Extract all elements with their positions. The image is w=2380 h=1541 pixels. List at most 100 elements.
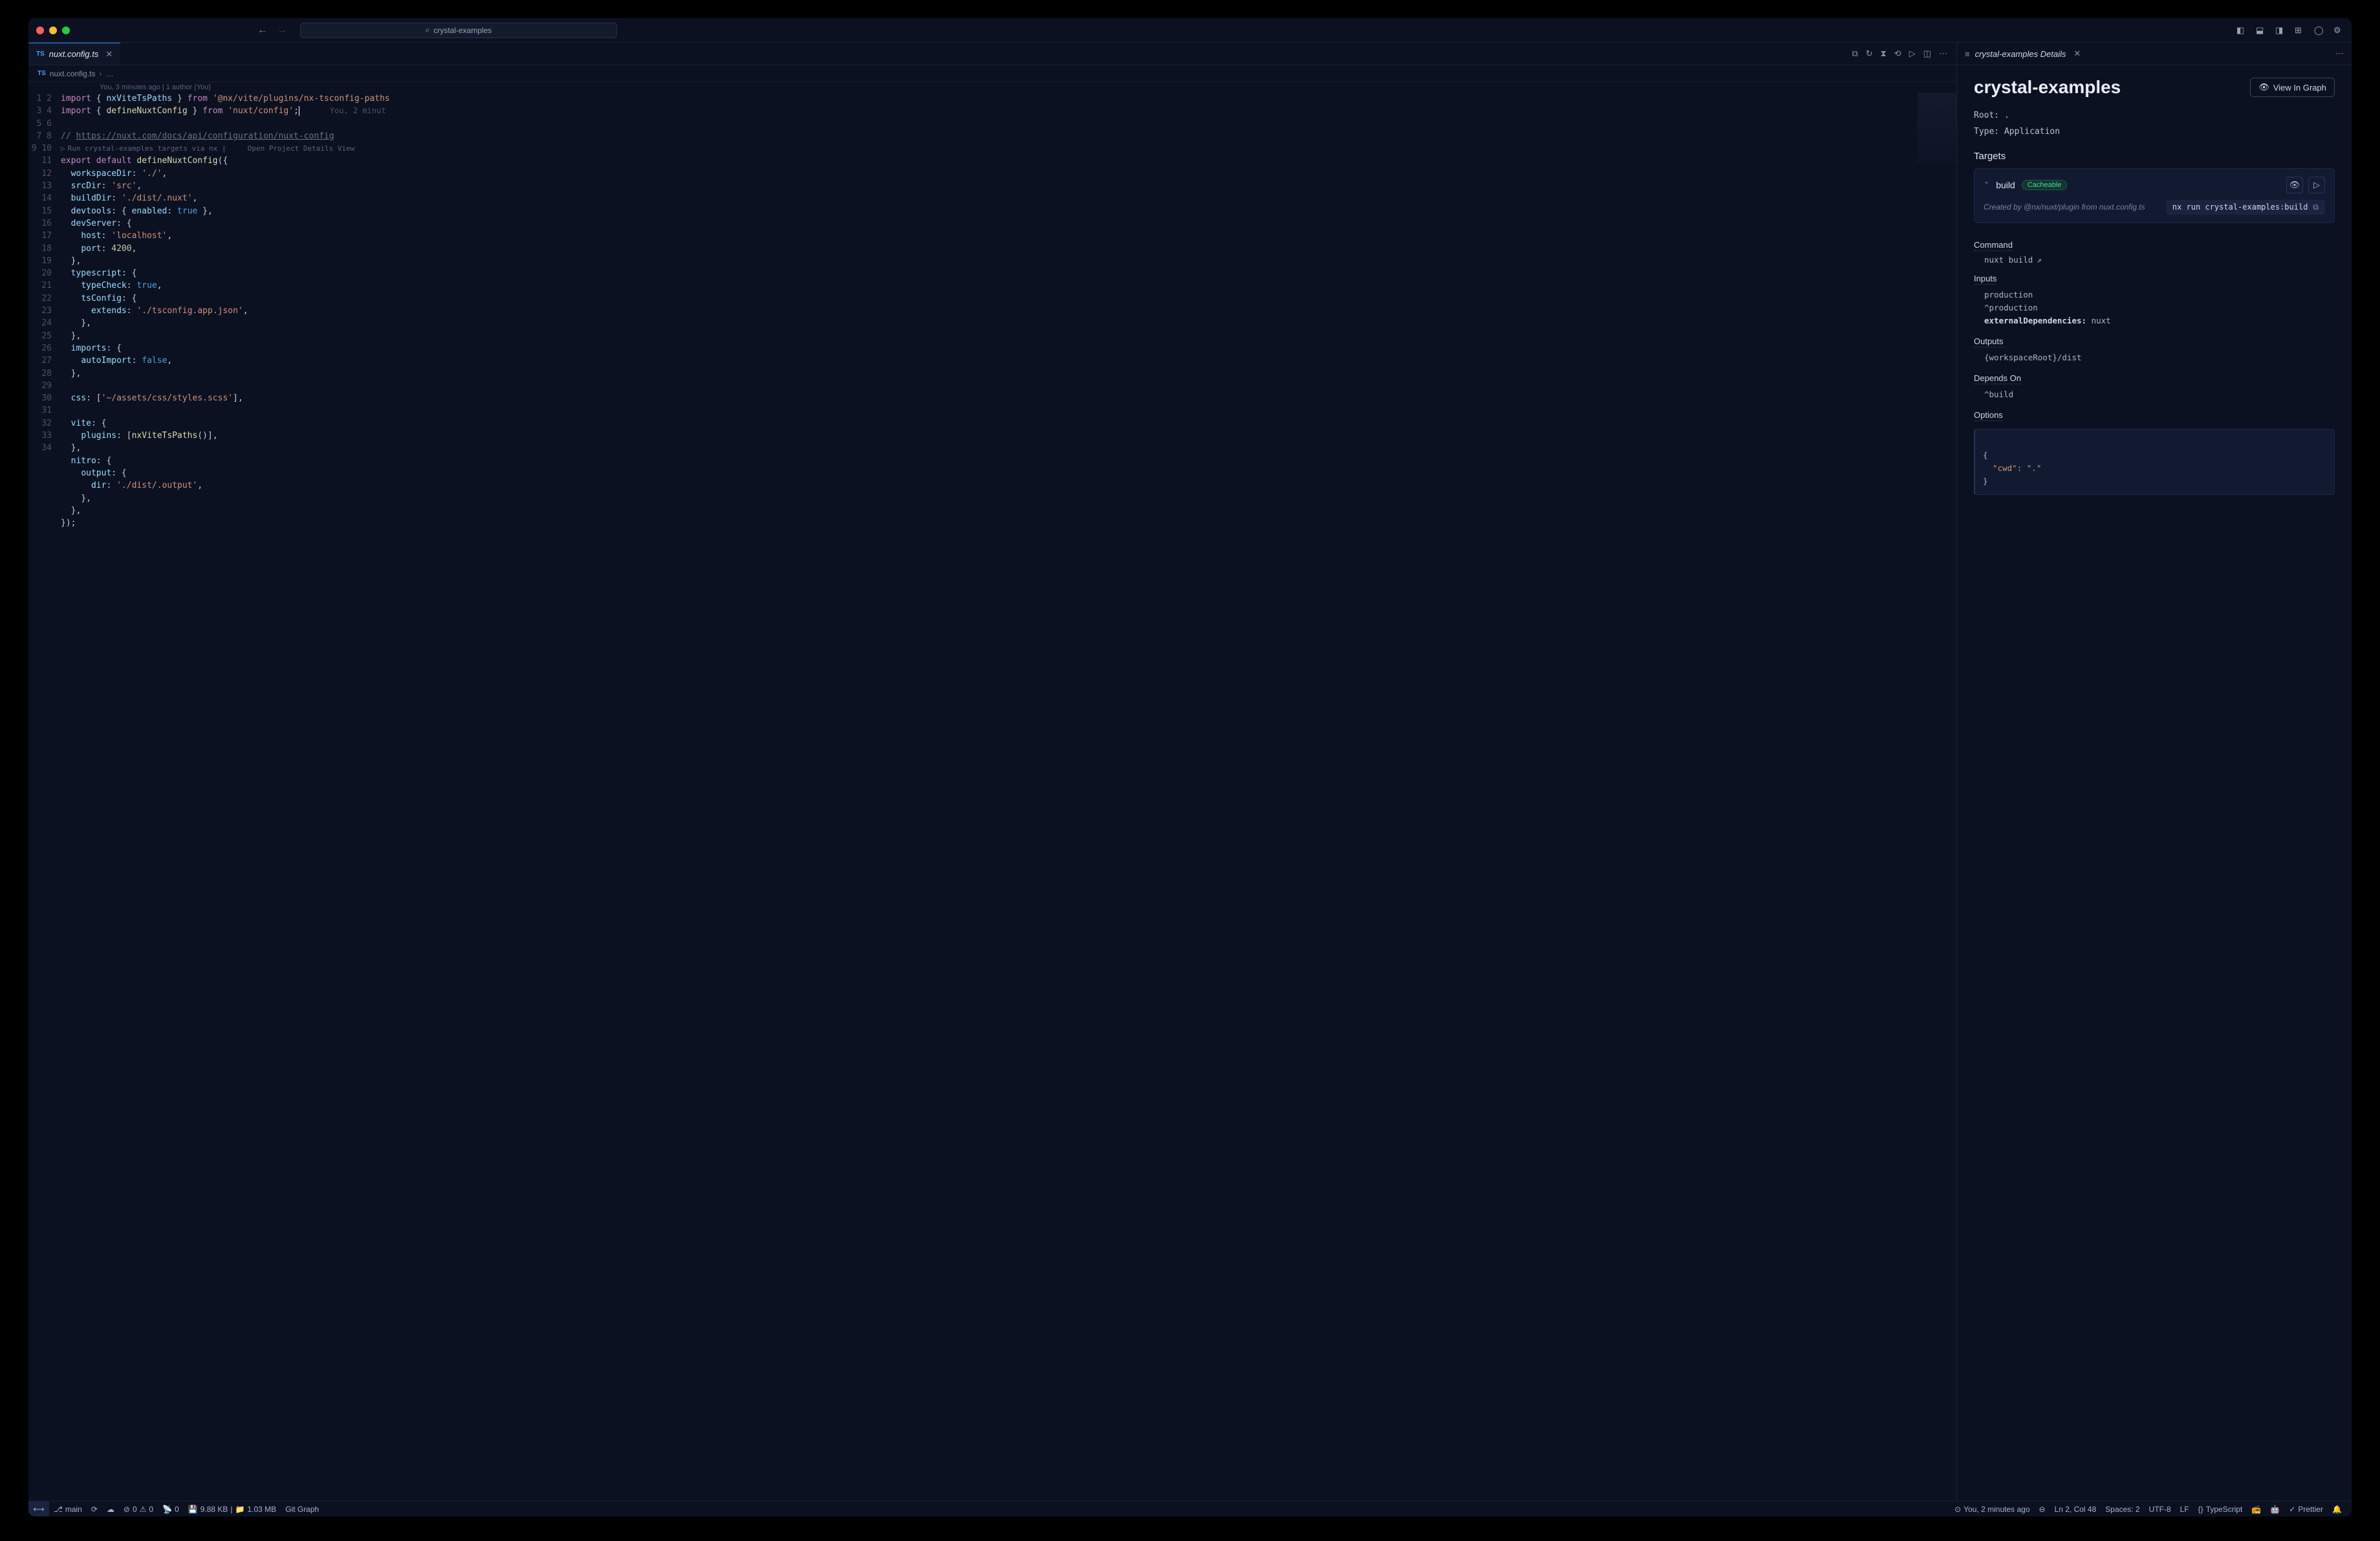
input-parent-production: ^production bbox=[1974, 301, 2335, 314]
layout-secondary-icon[interactable]: ◨ bbox=[2275, 25, 2286, 36]
minimap[interactable] bbox=[1918, 93, 1956, 164]
eye-icon[interactable]: 👁 bbox=[2286, 177, 2303, 193]
braces-icon: {} bbox=[2198, 1505, 2203, 1514]
command-center[interactable]: ⌕ crystal-examples bbox=[300, 23, 617, 38]
close-icon[interactable]: ✕ bbox=[2073, 49, 2081, 59]
copy-icon[interactable]: ⧉ bbox=[2313, 202, 2319, 212]
eol[interactable]: LF bbox=[2176, 1502, 2194, 1516]
problems[interactable]: ⊘0 ⚠0 bbox=[119, 1502, 158, 1516]
tab-label: nuxt.config.ts bbox=[49, 49, 99, 59]
tab-nuxt-config[interactable]: TS nuxt.config.ts ✕ bbox=[28, 43, 120, 65]
close-icon[interactable]: ✕ bbox=[105, 49, 113, 60]
type-row: Type: Application bbox=[1974, 126, 2335, 139]
command-heading: Command bbox=[1974, 240, 2013, 251]
cloud-status[interactable]: ☁ bbox=[102, 1502, 119, 1516]
layout-panel-icon[interactable]: ⬓ bbox=[2256, 25, 2266, 36]
targets-heading: Targets bbox=[1974, 151, 2335, 162]
file-size[interactable]: 💾9.88 KB | 📁1.03 MB bbox=[184, 1502, 281, 1516]
root-row: Root: . bbox=[1974, 109, 2335, 123]
revert-icon[interactable]: ↻ bbox=[1866, 49, 1873, 59]
remote-button[interactable]: ⟷ bbox=[28, 1502, 49, 1516]
input-external-deps: externalDependencies: nuxt bbox=[1974, 314, 2335, 327]
run-command[interactable]: nx run crystal-examples:build ⧉ bbox=[2166, 200, 2325, 215]
branch-icon: ⎇ bbox=[54, 1505, 63, 1514]
code-content[interactable]: import { nxViteTsPaths } from '@nx/vite/… bbox=[61, 93, 1956, 1501]
window-controls bbox=[36, 27, 70, 34]
bell-icon[interactable]: 🔔 bbox=[2328, 1502, 2346, 1516]
layout-primary-icon[interactable]: ◧ bbox=[2236, 25, 2247, 36]
link-icon[interactable]: ⧗ bbox=[1881, 49, 1887, 59]
editor[interactable]: 1 2 3 4 5 6 7 8 9 10 11 12 13 14 15 16 1… bbox=[28, 93, 1956, 1501]
breadcrumb[interactable]: TS nuxt.config.ts › … bbox=[28, 65, 1956, 82]
options-json: { "cwd": "."} bbox=[1974, 429, 2335, 495]
nav-back-icon[interactable]: ← bbox=[257, 25, 268, 36]
vscode-window: ← → ⌕ crystal-examples ◧ ⬓ ◨ ⊞ ◯ ⚙ TS nu… bbox=[28, 18, 2352, 1516]
depends-value: ^build bbox=[1974, 388, 2335, 401]
git-graph-button[interactable]: Git Graph bbox=[281, 1502, 323, 1516]
input-production: production bbox=[1974, 289, 2335, 301]
view-in-graph-button[interactable]: 👁 View In Graph bbox=[2250, 78, 2335, 97]
cursor-position[interactable]: Ln 2, Col 48 bbox=[2050, 1502, 2101, 1516]
target-build: ⌃ build Cacheable 👁 ▷ Created by @nx/nux… bbox=[1974, 168, 2335, 223]
eye-icon: 👁 bbox=[2258, 82, 2269, 93]
codelens[interactable]: ▷Run crystal-examples targets via nx | O… bbox=[61, 144, 354, 153]
ts-icon: TS bbox=[36, 50, 45, 58]
check-icon: ✓ bbox=[2289, 1505, 2295, 1514]
remote-icon: ⟷ bbox=[33, 1505, 44, 1514]
more-icon[interactable]: ⋯ bbox=[1939, 49, 1947, 59]
account-icon[interactable]: ◯ bbox=[2314, 25, 2324, 36]
feedback-icon[interactable]: 📻 bbox=[2247, 1502, 2266, 1516]
created-by: Created by @nx/nuxt/plugin from nuxt.con… bbox=[1984, 202, 2145, 212]
zoom-icon[interactable]: ⊖ bbox=[2035, 1502, 2050, 1516]
project-title: crystal-examples bbox=[1974, 77, 2121, 98]
options-heading: Options bbox=[1974, 410, 2003, 421]
back-icon[interactable]: ⟲ bbox=[1894, 49, 1901, 59]
sync-button[interactable]: ⟳ bbox=[87, 1502, 102, 1516]
target-name: build bbox=[1996, 180, 2015, 190]
project-details-panel: ≡ crystal-examples Details ✕ ⋯ crystal-e… bbox=[1957, 43, 2352, 1501]
close-window[interactable] bbox=[36, 27, 44, 34]
prettier-status[interactable]: ✓ Prettier bbox=[2284, 1502, 2328, 1516]
chevron-up-icon[interactable]: ⌃ bbox=[1984, 180, 1989, 189]
details-tab[interactable]: ≡ crystal-examples Details ✕ ⋯ bbox=[1957, 43, 2352, 65]
git-blame-header: You, 3 minutes ago | 1 author (You) bbox=[28, 82, 1956, 93]
error-icon: ⊘ bbox=[124, 1505, 130, 1514]
split-icon[interactable]: ◫ bbox=[1923, 49, 1931, 59]
git-blame-status[interactable]: ⊙You, 2 minutes ago bbox=[1950, 1502, 2034, 1516]
breadcrumb-file: nuxt.config.ts bbox=[50, 69, 96, 78]
search-text: crystal-examples bbox=[433, 26, 492, 35]
encoding[interactable]: UTF-8 bbox=[2145, 1502, 2176, 1516]
depends-heading: Depends On bbox=[1974, 373, 2021, 384]
search-icon: ⌕ bbox=[426, 25, 430, 35]
indentation[interactable]: Spaces: 2 bbox=[2101, 1502, 2144, 1516]
folder-icon: 📁 bbox=[235, 1505, 245, 1514]
breadcrumb-more: … bbox=[106, 69, 114, 78]
antenna-icon: 📡 bbox=[162, 1505, 172, 1514]
list-icon: ≡ bbox=[1965, 49, 1970, 59]
play-icon[interactable]: ▷ bbox=[2308, 177, 2325, 193]
layout-custom-icon[interactable]: ⊞ bbox=[2295, 25, 2305, 36]
run-icon[interactable]: ▷ bbox=[1909, 49, 1916, 59]
disk-icon: 💾 bbox=[188, 1505, 198, 1514]
outputs-heading: Outputs bbox=[1974, 336, 2004, 347]
ts-icon: TS bbox=[38, 70, 46, 77]
git-branch[interactable]: ⎇main bbox=[49, 1502, 87, 1516]
sync-icon: ⟳ bbox=[91, 1505, 98, 1514]
cacheable-badge: Cacheable bbox=[2022, 180, 2068, 190]
ports[interactable]: 📡0 bbox=[158, 1502, 184, 1516]
minimize-window[interactable] bbox=[49, 27, 57, 34]
titlebar: ← → ⌕ crystal-examples ◧ ⬓ ◨ ⊞ ◯ ⚙ bbox=[28, 18, 2352, 43]
copilot-icon[interactable]: 🤖 bbox=[2266, 1502, 2284, 1516]
gear-icon[interactable]: ⚙ bbox=[2333, 25, 2344, 36]
more-icon[interactable]: ⋯ bbox=[2335, 49, 2344, 59]
nav-forward-icon[interactable]: → bbox=[277, 25, 287, 36]
compare-icon[interactable]: ⧉ bbox=[1852, 49, 1857, 59]
inputs-heading: Inputs bbox=[1974, 274, 1996, 285]
editor-group: TS nuxt.config.ts ✕ ⧉ ↻ ⧗ ⟲ ▷ ◫ ⋯ TS nux… bbox=[28, 43, 1957, 1501]
command-value[interactable]: nuxt build ↗ bbox=[1974, 255, 2335, 265]
statusbar: ⟷ ⎇main ⟳ ☁ ⊘0 ⚠0 📡0 💾9.88 KB | 📁1.03 MB… bbox=[28, 1501, 2352, 1516]
maximize-window[interactable] bbox=[62, 27, 70, 34]
outputs-value: {workspaceRoot}/dist bbox=[1974, 351, 2335, 364]
tabs: TS nuxt.config.ts ✕ ⧉ ↻ ⧗ ⟲ ▷ ◫ ⋯ bbox=[28, 43, 1956, 65]
language-mode[interactable]: {} TypeScript bbox=[2194, 1502, 2247, 1516]
